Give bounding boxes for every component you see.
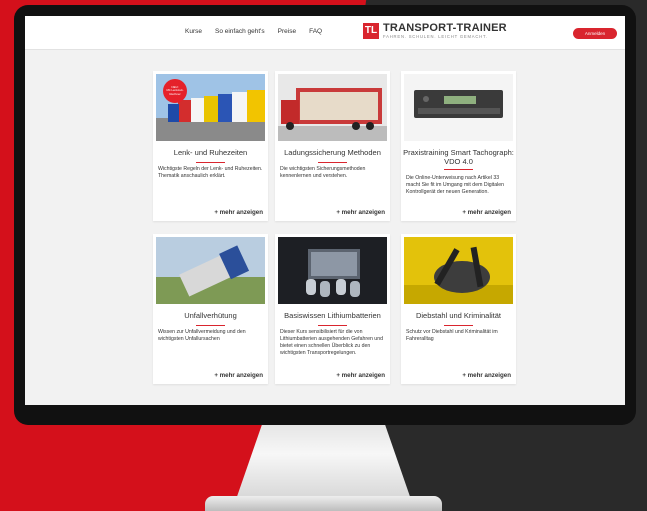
course-title: Basiswissen Lithiumbatterien bbox=[284, 311, 381, 320]
course-title: Diebstahl und Kriminalität bbox=[415, 311, 502, 320]
course-card-lenk-ruhezeiten[interactable]: NEU: Mit Lenkzeit- Rechner Lenk- und Ruh… bbox=[153, 71, 268, 221]
site-header: Kurse So einfach geht's Preise FAQ TL TR… bbox=[25, 16, 625, 50]
course-title: Unfallverhütung bbox=[184, 311, 237, 320]
site-logo[interactable]: TL TRANSPORT-TRAINER FAHREN. SCHULEN. LE… bbox=[363, 22, 507, 39]
nav-item-preise[interactable]: Preise bbox=[278, 28, 296, 35]
more-link[interactable]: + mehr anzeigen bbox=[336, 372, 385, 379]
course-card-lithiumbatterien[interactable]: Basiswissen Lithiumbatterien Dieser Kurs… bbox=[275, 234, 390, 384]
more-link[interactable]: + mehr anzeigen bbox=[214, 209, 263, 216]
course-image-bolt-cutter bbox=[404, 237, 513, 304]
course-card-smart-tachograph[interactable]: Praxistraining Smart Tachograph: VDO 4.0… bbox=[401, 71, 516, 221]
course-title: Lenk- und Ruhezeiten bbox=[173, 148, 248, 157]
more-link[interactable]: + mehr anzeigen bbox=[462, 209, 511, 216]
main-nav: Kurse So einfach geht's Preise FAQ bbox=[185, 28, 322, 35]
course-description: Wichtigste Regeln der Lenk- und Ruhezeit… bbox=[158, 166, 263, 179]
course-card-unfallverhuetung[interactable]: Unfallverhütung Wissen zur Unfallvermeid… bbox=[153, 234, 268, 384]
course-image-batteries bbox=[278, 237, 387, 304]
course-description: Die wichtigsten Sicherungsmethoden kenne… bbox=[280, 166, 366, 179]
nav-item-kurse[interactable]: Kurse bbox=[185, 28, 202, 35]
course-description: Schutz vor Diebstahl und Kriminalität im… bbox=[406, 329, 498, 342]
course-title: Ladungssicherung Methoden bbox=[284, 148, 381, 157]
title-divider bbox=[444, 325, 473, 326]
logo-mark-icon: TL bbox=[363, 22, 379, 39]
course-image-trucks: NEU: Mit Lenkzeit- Rechner bbox=[156, 74, 265, 141]
new-feature-badge: NEU: Mit Lenkzeit- Rechner bbox=[163, 79, 187, 103]
course-image-crashed-truck bbox=[156, 237, 265, 304]
monitor-stand-base bbox=[205, 496, 442, 511]
course-description: Dieser Kurs sensibilisiert für die von L… bbox=[280, 329, 383, 356]
monitor-frame: Kurse So einfach geht's Preise FAQ TL TR… bbox=[14, 5, 636, 425]
course-title: Praxistraining Smart Tachograph: VDO 4.0 bbox=[403, 148, 514, 166]
course-card-ladungssicherung[interactable]: Ladungssicherung Methoden Die wichtigste… bbox=[275, 71, 390, 221]
logo-title: TRANSPORT-TRAINER bbox=[383, 22, 507, 34]
title-divider bbox=[318, 162, 347, 163]
course-description: Die Online-Unterweisung nach Artikel 33 … bbox=[406, 175, 505, 195]
login-button[interactable]: Anmelden bbox=[573, 28, 617, 39]
more-link[interactable]: + mehr anzeigen bbox=[462, 372, 511, 379]
nav-item-so-einfach[interactable]: So einfach geht's bbox=[215, 28, 265, 35]
website-screen: Kurse So einfach geht's Preise FAQ TL TR… bbox=[25, 16, 625, 405]
course-description: Wissen zur Unfallvermeidung und den wich… bbox=[158, 329, 246, 342]
nav-item-faq[interactable]: FAQ bbox=[309, 28, 322, 35]
course-image-tachograph bbox=[404, 74, 513, 141]
title-divider bbox=[196, 162, 225, 163]
logo-subtitle: FAHREN. SCHULEN. LEICHT GEMACHT. bbox=[383, 34, 488, 39]
more-link[interactable]: + mehr anzeigen bbox=[336, 209, 385, 216]
title-divider bbox=[318, 325, 347, 326]
course-card-diebstahl[interactable]: Diebstahl und Kriminalität Schutz vor Di… bbox=[401, 234, 516, 384]
more-link[interactable]: + mehr anzeigen bbox=[214, 372, 263, 379]
title-divider bbox=[444, 169, 473, 170]
title-divider bbox=[196, 325, 225, 326]
course-image-cargo-truck bbox=[278, 74, 387, 141]
